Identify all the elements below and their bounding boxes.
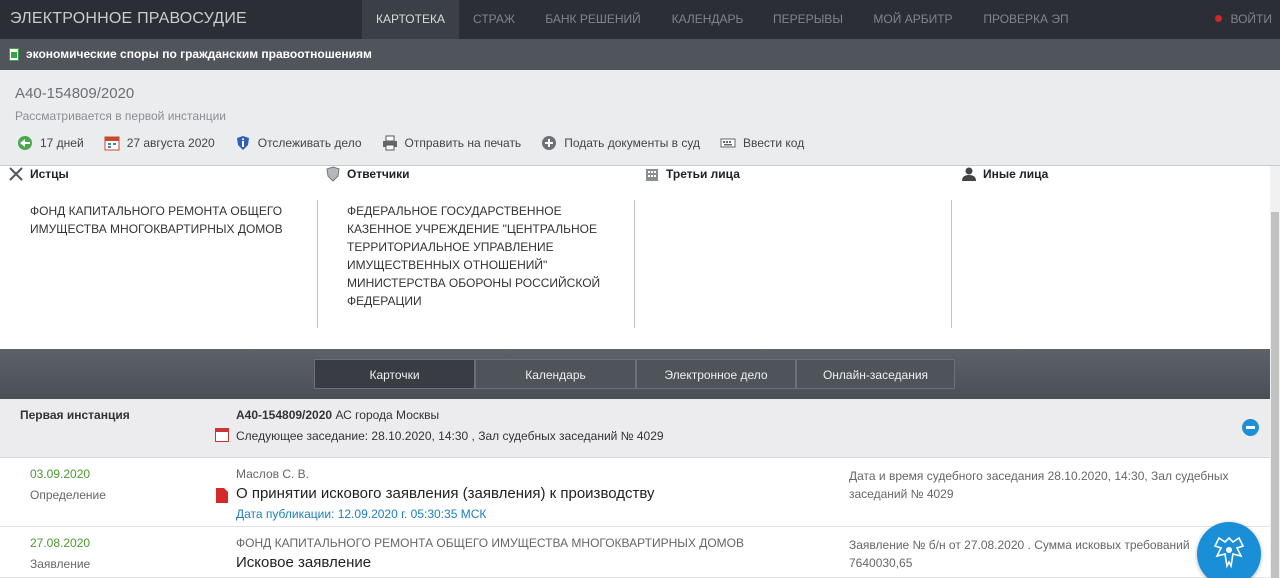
help-emblem-button[interactable] bbox=[1197, 522, 1261, 578]
submit-documents-label: Подать документы в суд bbox=[564, 136, 700, 150]
document-note: Дата и время судебного заседания 28.10.2… bbox=[849, 469, 1229, 501]
plaintiffs-column: Истцы ФОНД КАПИТАЛЬНОГО РЕМОНТА ОБЩЕГО И… bbox=[9, 166, 300, 349]
parties-section: Истцы ФОНД КАПИТАЛЬНОГО РЕМОНТА ОБЩЕГО И… bbox=[0, 166, 1270, 349]
track-case-label: Отслеживать дело bbox=[257, 136, 362, 150]
document-row: 03.09.2020 Определение Маслов С. В. О пр… bbox=[0, 458, 1270, 527]
shield-info-icon bbox=[235, 135, 251, 151]
case-date-label: 27 августа 2020 bbox=[126, 136, 215, 150]
days-counter: 17 дней bbox=[17, 135, 84, 151]
page-scrollbar[interactable] bbox=[1270, 166, 1280, 578]
other-parties-column: Иные лица bbox=[962, 166, 1253, 349]
case-category-bar: экономические споры по гражданским право… bbox=[0, 39, 1280, 70]
enter-code-label: Ввести код bbox=[742, 136, 805, 150]
third-parties-title: Третьи лица bbox=[666, 167, 740, 181]
document-type: Определение bbox=[30, 488, 106, 502]
nav-item-bank-resheniy[interactable]: БАНК РЕШЕНИЙ bbox=[533, 0, 653, 39]
other-parties-title: Иные лица bbox=[983, 167, 1049, 181]
printer-icon bbox=[382, 135, 398, 151]
top-navigation: ЭЛЕКТРОННОЕ ПРАВОСУДИЕ КАРТОТЕКА СТРАЖ Б… bbox=[0, 0, 1280, 39]
eagle-emblem-icon bbox=[1213, 536, 1245, 569]
third-parties-heading: Третьи лица bbox=[646, 167, 740, 181]
tab-online-sessions[interactable]: Онлайн-заседания bbox=[796, 359, 955, 389]
column-divider bbox=[317, 200, 318, 328]
clock-back-icon bbox=[17, 135, 33, 151]
defendants-heading: Ответчики bbox=[326, 166, 410, 182]
keyboard-icon bbox=[720, 135, 736, 151]
case-number: А40-154809/2020 bbox=[15, 85, 135, 102]
defendants-column: Ответчики ФЕДЕРАЛЬНОЕ ГОСУДАРСТВЕННОЕ КА… bbox=[326, 166, 617, 349]
document-icon bbox=[9, 48, 19, 61]
third-parties-column: Третьи лица bbox=[646, 166, 936, 349]
print-button[interactable]: Отправить на печать bbox=[382, 135, 522, 151]
document-title-link[interactable]: О принятии искового заявления (заявления… bbox=[236, 485, 655, 502]
track-case-button[interactable]: Отслеживать дело bbox=[235, 135, 362, 151]
next-session: Следующее заседание: 28.10.2020, 14:30 ,… bbox=[236, 429, 664, 443]
instance-case-number: А40-154809/2020 bbox=[236, 408, 333, 422]
instance-header: Первая инстанция А40-154809/2020 АС горо… bbox=[0, 399, 1270, 458]
instance-court: АС города Москвы bbox=[335, 408, 440, 422]
defendant-name[interactable]: ФЕДЕРАЛЬНОЕ ГОСУДАРСТВЕННОЕ КАЗЕННОЕ УЧР… bbox=[347, 202, 617, 310]
nav-item-breaks[interactable]: ПЕРЕРЫВЫ bbox=[762, 0, 854, 39]
case-header: А40-154809/2020 Рассматривается в первой… bbox=[0, 70, 1280, 166]
column-divider bbox=[634, 200, 635, 328]
pdf-icon[interactable] bbox=[216, 488, 228, 503]
calendar-icon bbox=[215, 428, 229, 442]
case-tabs-bar: Карточки Календарь Электронное дело Онла… bbox=[0, 349, 1270, 399]
document-type: Заявление bbox=[30, 557, 91, 571]
document-date: 27.08.2020 bbox=[30, 536, 91, 550]
days-label: 17 дней bbox=[40, 136, 84, 150]
plaintiffs-heading: Истцы bbox=[9, 167, 69, 181]
status-dot-icon bbox=[1215, 15, 1223, 22]
nav-item-strazh[interactable]: СТРАЖ bbox=[459, 0, 529, 39]
nav-item-calendar[interactable]: КАЛЕНДАРЬ bbox=[660, 0, 755, 39]
document-author: ФОНД КАПИТАЛЬНОГО РЕМОНТА ОБЩЕГО ИМУЩЕСТ… bbox=[236, 536, 745, 550]
case-status: Рассматривается в первой инстанции bbox=[15, 109, 226, 123]
tab-calendar[interactable]: Календарь bbox=[475, 359, 636, 389]
plaintiff-name[interactable]: ФОНД КАПИТАЛЬНОГО РЕМОНТА ОБЩЕГО ИМУЩЕСТ… bbox=[30, 202, 300, 238]
document-note: Заявление № б/н от 27.08.2020 . Сумма ис… bbox=[849, 538, 1190, 570]
publication-date: Дата публикации: 12.09.2020 г. 05:30:35 … bbox=[236, 507, 487, 521]
document-row: 27.08.2020 Заявление ФОНД КАПИТАЛЬНОГО Р… bbox=[0, 527, 1270, 578]
case-actions: 17 дней 27 августа 2020 Отслеживать дело… bbox=[17, 134, 824, 152]
nav-item-check-ep[interactable]: ПРОВЕРКА ЭП bbox=[972, 0, 1080, 39]
submit-documents-button[interactable]: Подать документы в суд bbox=[541, 135, 700, 151]
document-title[interactable]: Исковое заявление bbox=[236, 554, 371, 571]
site-brand[interactable]: ЭЛЕКТРОННОЕ ПРАВОСУДИЕ bbox=[10, 10, 247, 28]
login-button[interactable]: ВОЙТИ bbox=[1215, 0, 1272, 39]
case-date: 27 августа 2020 bbox=[104, 135, 215, 151]
document-author: Маслов С. В. bbox=[236, 467, 309, 481]
nav-item-kartoteka[interactable]: КАРТОТЕКА bbox=[362, 0, 459, 39]
other-parties-heading: Иные лица bbox=[962, 167, 1049, 181]
tab-cards[interactable]: Карточки bbox=[314, 359, 475, 389]
tab-electronic-case[interactable]: Электронное дело bbox=[636, 359, 796, 389]
instance-label: Первая инстанция bbox=[20, 408, 130, 422]
building-icon bbox=[644, 166, 660, 182]
calendar-icon bbox=[104, 135, 120, 151]
column-divider bbox=[951, 200, 952, 328]
crossed-swords-icon bbox=[8, 166, 24, 182]
plaintiffs-title: Истцы bbox=[30, 167, 69, 181]
enter-code-button[interactable]: Ввести код bbox=[720, 135, 804, 151]
shield-icon bbox=[325, 166, 341, 182]
person-icon bbox=[961, 166, 977, 182]
collapse-icon[interactable] bbox=[1242, 419, 1259, 436]
login-label: ВОЙТИ bbox=[1230, 12, 1272, 26]
defendants-title: Ответчики bbox=[347, 167, 410, 181]
plus-circle-icon bbox=[541, 135, 557, 151]
print-label: Отправить на печать bbox=[404, 136, 522, 150]
instance-case: А40-154809/2020 АС города Москвы bbox=[236, 408, 439, 422]
document-date: 03.09.2020 bbox=[30, 467, 91, 481]
nav-item-my-arbitr[interactable]: МОЙ АРБИТР bbox=[863, 0, 963, 39]
scrollbar-thumb[interactable] bbox=[1271, 212, 1279, 578]
case-category: экономические споры по гражданским право… bbox=[26, 47, 372, 61]
